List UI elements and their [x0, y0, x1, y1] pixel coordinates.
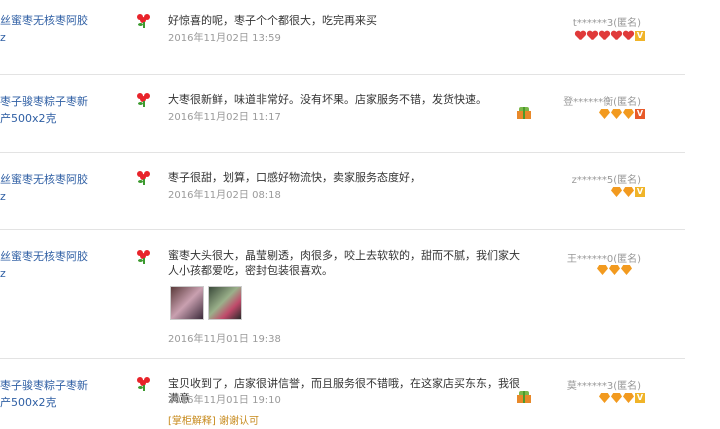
diamond-icon	[623, 109, 634, 119]
review-comment: 蜜枣大头很大，晶莹剔透，肉很多，咬上去软软的，甜而不腻，我们家大人小孩都爱吃，密…	[168, 249, 520, 277]
diamond-icon	[599, 109, 610, 119]
reviewer-name: t******3(匿名)	[572, 18, 641, 29]
review-date: 2016年11月02日 13:59	[168, 33, 281, 44]
seller-reply-text: 谢谢认可	[219, 416, 259, 427]
product-name[interactable]: 丝蜜枣无核枣阿胶 z	[0, 171, 100, 205]
diamond-icon	[599, 393, 610, 403]
diamond-icon	[623, 393, 634, 403]
review-row: 枣子骏枣粽子枣新 产500x2克 宝贝收到了，店家很讲信誉，而且服务很不错哦，在…	[0, 359, 685, 429]
review-date: 2016年11月01日 19:38	[168, 334, 281, 345]
gift-icon[interactable]	[517, 107, 531, 119]
review-row: 丝蜜枣无核枣阿胶 z 蜜枣大头很大，晶莹剔透，肉很多，咬上去软软的，甜而不腻，我…	[0, 230, 685, 359]
diamond-icon	[611, 109, 622, 119]
reviewer-rank: V	[611, 187, 645, 197]
reviewer-name: z******5(匿名)	[571, 175, 641, 186]
review-date: 2016年11月02日 11:17	[168, 112, 281, 123]
review-photo-thumbnail[interactable]	[208, 286, 242, 320]
gift-icon[interactable]	[517, 391, 531, 403]
heart-icon	[611, 31, 622, 41]
review-comment: 枣子很甜，划算，口感好物流快，卖家服务态度好，	[168, 171, 421, 184]
reviewer-name: 王******0(匿名)	[566, 254, 641, 265]
review-comment: 大枣很新鲜，味道非常好。没有坏果。店家服务不错，发货快速。	[168, 93, 487, 106]
vip-badge-icon: V	[635, 187, 645, 197]
review-date: 2016年11月01日 19:10	[168, 395, 281, 406]
diamond-icon	[621, 265, 632, 275]
reviewer-name: 登******衡(匿名)	[563, 97, 641, 108]
heart-icon	[623, 31, 634, 41]
review-comment: 好惊喜的呢，枣子个个都很大，吃完再来买	[168, 14, 377, 27]
heart-icon	[599, 31, 610, 41]
product-name-line[interactable]: 产500x2克	[0, 394, 100, 411]
review-row: 丝蜜枣无核枣阿胶 z 枣子很甜，划算，口感好物流快，卖家服务态度好， 2016年…	[0, 153, 685, 230]
product-name-line[interactable]: 丝蜜枣无核枣阿胶	[0, 248, 100, 265]
vip-badge-icon: V	[635, 109, 645, 119]
product-name[interactable]: 丝蜜枣无核枣阿胶 z	[0, 12, 100, 46]
product-name-line[interactable]: 枣子骏枣粽子枣新	[0, 93, 100, 110]
product-name-line[interactable]: 产500x2克	[0, 110, 100, 127]
product-name-line[interactable]: 丝蜜枣无核枣阿胶	[0, 12, 100, 29]
diamond-icon	[611, 393, 622, 403]
review-row: 丝蜜枣无核枣阿胶 z 好惊喜的呢，枣子个个都很大，吃完再来买 2016年11月0…	[0, 0, 685, 75]
product-name[interactable]: 丝蜜枣无核枣阿胶 z	[0, 248, 100, 282]
heart-icon	[575, 31, 586, 41]
review-row: 枣子骏枣粽子枣新 产500x2克 大枣很新鲜，味道非常好。没有坏果。店家服务不错…	[0, 75, 685, 153]
diamond-icon	[597, 265, 608, 275]
product-name-line[interactable]: z	[0, 29, 100, 46]
heart-icon	[587, 31, 598, 41]
reviewer-rank: V	[599, 109, 645, 119]
vip-badge-icon: V	[635, 393, 645, 403]
product-name[interactable]: 枣子骏枣粽子枣新 产500x2克	[0, 377, 100, 411]
vip-badge-icon: V	[635, 31, 645, 41]
product-name-line[interactable]: 丝蜜枣无核枣阿胶	[0, 171, 100, 188]
reviewer-rank	[597, 265, 632, 275]
review-photo-thumbnail[interactable]	[170, 286, 204, 320]
diamond-icon	[609, 265, 620, 275]
review-photos	[170, 286, 250, 320]
diamond-icon	[611, 187, 622, 197]
product-name[interactable]: 枣子骏枣粽子枣新 产500x2克	[0, 93, 100, 127]
diamond-icon	[623, 187, 634, 197]
product-name-line[interactable]: z	[0, 265, 100, 282]
flower-icon	[137, 377, 151, 391]
product-name-line[interactable]: 枣子骏枣粽子枣新	[0, 377, 100, 394]
flower-icon	[137, 250, 151, 264]
seller-reply: [掌柜解释] 谢谢认可	[168, 412, 259, 427]
flower-icon	[137, 14, 151, 28]
flower-icon	[137, 171, 151, 185]
reviewer-name: 莫******3(匿名)	[566, 381, 641, 392]
product-name-line[interactable]: z	[0, 188, 100, 205]
reviewer-rank: V	[599, 393, 645, 403]
reviewer-rank: V	[575, 31, 645, 41]
review-date: 2016年11月02日 08:18	[168, 190, 281, 201]
seller-reply-tag: [掌柜解释]	[168, 416, 216, 427]
flower-icon	[137, 93, 151, 107]
